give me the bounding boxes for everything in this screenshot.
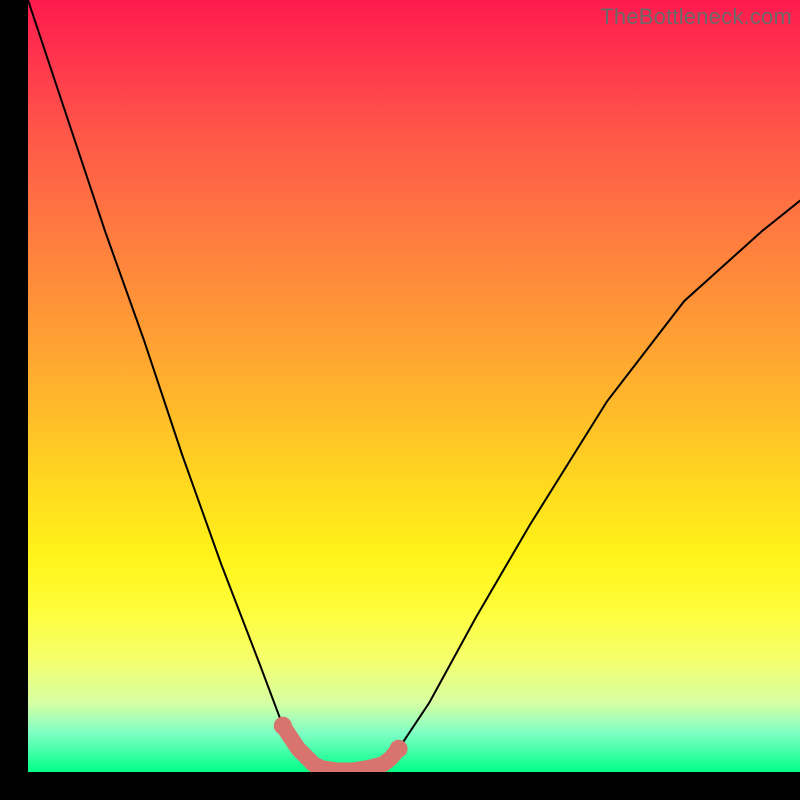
bottleneck-curve — [28, 0, 800, 771]
bottleneck-region — [283, 726, 399, 771]
region-end-dot — [274, 717, 292, 735]
chart-area: TheBottleneck.com — [28, 0, 800, 772]
region-end-dot — [390, 740, 408, 758]
chart-svg — [28, 0, 800, 772]
